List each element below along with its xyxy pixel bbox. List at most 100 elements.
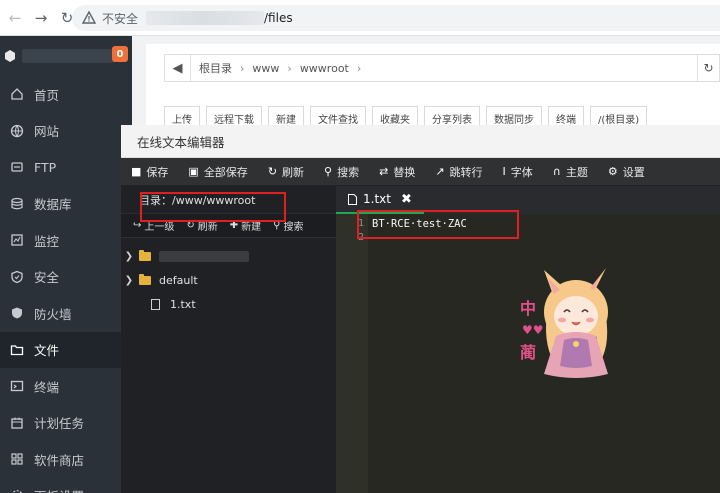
- sidebar-item-label: 数据库: [34, 197, 72, 213]
- forward-arrow-icon[interactable]: →: [30, 7, 52, 29]
- gear-icon: ⚙: [607, 165, 618, 178]
- file-tree-panel: 目录：/www/wwwroot ↪ 上一级 ↻ 刷新 ✚ 新建 ⚲ 搜索 ❯ ❯ defaul…: [121, 186, 336, 493]
- browser-toolbar: ← → ↻ 不安全 /files: [0, 0, 720, 36]
- sidebar-item-label: FTP: [34, 159, 57, 175]
- toolbar-button-label: 远程下载: [214, 114, 254, 126]
- calendar-icon: [11, 417, 23, 429]
- sidebar-item-3[interactable]: 数据库: [0, 186, 132, 223]
- sidebar-item-4[interactable]: 监控: [0, 222, 132, 259]
- sidebar-item-9[interactable]: 计划任务: [0, 405, 132, 442]
- url-host-redacted: [146, 11, 265, 25]
- editor-toolbar-label: 刷新: [282, 165, 305, 179]
- svg-text:蔺: 蔺: [520, 343, 536, 362]
- sidebar-item-10[interactable]: 软件商店: [0, 441, 132, 478]
- sidebar-item-1[interactable]: 网站: [0, 113, 132, 150]
- toolbar-button-label: 新建: [276, 114, 296, 126]
- notification-badge[interactable]: 0: [112, 46, 128, 62]
- sidebar-item-6[interactable]: 防火墙: [0, 295, 132, 332]
- firewall-icon: [12, 307, 22, 319]
- sidebar-item-label: 文件: [34, 343, 60, 359]
- sidebar-item-label: 计划任务: [34, 416, 85, 432]
- sidebar-item-2[interactable]: FTP: [0, 149, 132, 186]
- save-icon: ■: [131, 165, 142, 178]
- editor-toolbar-label: 字体: [510, 165, 533, 179]
- server-name-redacted: [22, 49, 114, 63]
- sidebar-menu: 首页网站 FTP 数据库监控安全防火墙文件终端计划任务软件商店面板设置: [0, 76, 132, 493]
- toolbar-button-label: 文件查找: [318, 114, 358, 126]
- sidebar-item-label: 软件商店: [34, 452, 85, 468]
- editor-replace-button[interactable]: ⇄ 替换: [369, 164, 425, 180]
- home-icon: [11, 88, 23, 100]
- folder-icon: [139, 249, 151, 261]
- sidebar-item-label: 网站: [34, 124, 60, 140]
- path-bar: ◀ 根目录 › www › wwwroot › ↻: [164, 54, 720, 82]
- sidebar-item-label: 首页: [34, 87, 60, 103]
- address-bar[interactable]: 不安全 /files: [72, 5, 720, 31]
- url-path: /files: [264, 11, 293, 25]
- warning-icon: [82, 11, 96, 24]
- editor-save-button[interactable]: ■ 保存: [121, 164, 178, 180]
- globe-icon: [10, 124, 24, 138]
- sidebar-item-label: 安全: [34, 270, 60, 286]
- refresh-icon[interactable]: ↻: [697, 55, 719, 81]
- sidebar-item-8[interactable]: 终端: [0, 368, 132, 405]
- toolbar-button-label: 终端: [556, 114, 576, 126]
- sidebar-item-5[interactable]: 安全: [0, 259, 132, 296]
- toolbar-button-label: 上传: [172, 114, 192, 126]
- chevron-right-icon: ›: [287, 61, 292, 75]
- sidebar-item-7[interactable]: 文件: [0, 331, 132, 368]
- editor-toolbar-label: 主题: [565, 165, 588, 179]
- folder-icon: [139, 273, 151, 285]
- editor-toolbar-label: 设置: [622, 165, 645, 179]
- grid-icon: [11, 453, 23, 465]
- terminal-icon: [10, 381, 24, 392]
- editor-theme-button[interactable]: ∩ 主题: [543, 164, 598, 180]
- back-arrow-icon[interactable]: ←: [4, 7, 26, 29]
- tree-action-label: 搜索: [283, 222, 304, 233]
- tree-folder-row[interactable]: ❯: [121, 244, 336, 268]
- toolbar-button-label: 分享列表: [432, 114, 472, 126]
- sidebar-item-0[interactable]: 首页: [0, 76, 132, 113]
- database-icon: [11, 197, 23, 210]
- sidebar-item-label: 监控: [34, 233, 60, 249]
- editor-search-button[interactable]: ⚲ 搜索: [314, 164, 369, 180]
- editor-jump-button[interactable]: ↗ 跳转行: [425, 164, 492, 180]
- editor-gear-button[interactable]: ⚙ 设置: [598, 164, 655, 180]
- sidebar-item-11[interactable]: 面板设置: [0, 478, 132, 493]
- annotation-box: [140, 192, 286, 222]
- back-icon[interactable]: ◀: [165, 55, 191, 81]
- file-icon: [151, 298, 160, 310]
- search-icon: ⚲: [324, 165, 333, 178]
- editor-toolbar-label: 跳转行: [449, 165, 483, 179]
- document-icon: [348, 193, 357, 205]
- breadcrumb-wwwroot[interactable]: wwwroot: [300, 62, 349, 75]
- chevron-right-icon: ›: [240, 61, 245, 75]
- chevron-right-icon: ❯: [124, 250, 134, 262]
- tree-folder-row[interactable]: ❯ default: [121, 268, 336, 292]
- editor-refresh-button[interactable]: ↻ 刷新: [258, 164, 314, 180]
- logo-icon: [5, 50, 15, 62]
- font-icon: I: [502, 165, 506, 178]
- folder-name-redacted: [159, 250, 249, 262]
- chevron-right-icon: ›: [356, 61, 362, 75]
- chevron-right-icon: ❯: [124, 274, 134, 286]
- sidebar-item-label: 面板设置: [34, 486, 84, 493]
- editor-font-button[interactable]: I 字体: [493, 164, 543, 180]
- mascot-illustration: 中 ♥♥ 蔺: [520, 268, 608, 378]
- breadcrumb-root[interactable]: 根目录: [199, 60, 232, 76]
- brand: 0: [0, 36, 132, 76]
- editor-save-all-button[interactable]: ▣ 全部保存: [178, 164, 257, 180]
- jump-icon: ↗: [435, 165, 445, 178]
- settings-icon: [11, 489, 23, 493]
- toolbar-button-label: 数据同步: [494, 114, 534, 126]
- sidebar: 0 首页网站 FTP 数据库监控安全防火墙文件终端计划任务软件商店面板设置: [0, 36, 132, 493]
- folder-icon: [10, 345, 24, 355]
- editor-toolbar-label: 搜索: [337, 165, 360, 179]
- editor-window: 在线文本编辑器 ■ 保存 ▣ 全部保存 ↻ 刷新 ⚲ 搜索 ⇄ 替换 ↗ 跳转行 I 字体 ∩ 主题 ⚙ 设置 目…: [121, 125, 720, 493]
- close-icon[interactable]: ✖: [401, 192, 412, 207]
- shield-icon: [11, 270, 23, 283]
- tree-file-row[interactable]: 1.txt: [121, 292, 336, 316]
- folder-name: default: [159, 273, 198, 287]
- theme-icon: ∩: [552, 165, 561, 178]
- breadcrumb-www[interactable]: www: [252, 62, 279, 75]
